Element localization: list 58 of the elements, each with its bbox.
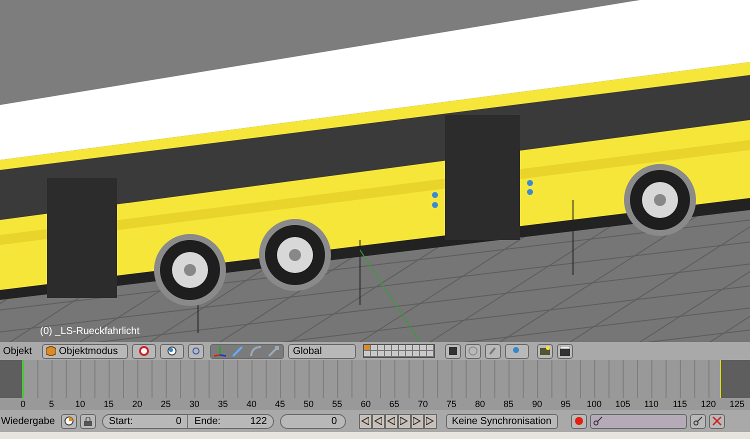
delete-key-icon[interactable] [708,414,725,428]
frame-number: 100 [586,398,602,410]
frame-number: 90 [532,398,542,410]
record-icon[interactable] [570,414,587,428]
object-name-label: (0) _LS-Rueckfahrlicht [40,325,140,339]
sphere-icon [166,346,177,356]
dot-icon [512,346,522,356]
mode-dropdown[interactable]: Objektmodus [42,344,128,358]
playback-menu[interactable]: Wiedergabe [1,414,55,428]
shading-dropdown[interactable] [160,344,184,358]
layer-grid[interactable] [362,344,435,358]
frame-number: 115 [672,398,688,410]
sync-dropdown[interactable]: Keine Synchronisation [446,414,558,428]
frame-number: 110 [644,398,658,410]
frame-number: 60 [360,398,371,410]
keying-set-field[interactable] [590,414,687,428]
frame-number: 75 [446,398,456,410]
timer-icon[interactable] [60,414,77,428]
frame-number: 45 [275,398,286,410]
frame-number: 10 [75,398,86,410]
pivot-dropdown[interactable] [132,344,156,358]
frame-number: 55 [332,398,342,410]
frame-number: 120 [700,398,716,410]
orientation-dropdown[interactable]: Global [288,344,356,358]
current-frame-field[interactable]: 0 [280,414,346,428]
play-icon[interactable] [398,414,411,428]
frame-number: 125 [729,398,745,410]
ring-icon [138,346,149,356]
frame-number: 0 [20,398,26,410]
frame-number: 40 [246,398,256,410]
after-end-shade [720,360,750,398]
current-frame-marker[interactable] [22,360,24,398]
frame-number: 80 [474,398,485,410]
frame-number: 35 [218,398,228,410]
before-start-shade [0,360,23,398]
clapperboard-icon[interactable] [556,344,573,358]
lock-icon[interactable] [80,414,96,428]
frame-number: 5 [49,398,54,410]
snap-target-dropdown[interactable] [504,344,529,358]
circle-icon [190,346,201,356]
frame-number: 70 [418,398,428,410]
frame-number: 65 [389,398,400,410]
axes-icon[interactable] [212,345,227,357]
frame-number: 85 [504,398,514,410]
object-menu[interactable]: Objekt [2,344,33,358]
insert-key-icon[interactable] [690,414,706,428]
frame-number: 30 [189,398,200,410]
frame-number: 95 [560,398,571,410]
key-icon [592,416,603,426]
frame-number: 105 [615,398,630,410]
frame-number: 20 [132,398,142,410]
frame-number: 25 [160,398,171,410]
frame-number: 50 [304,398,314,410]
render-image-icon[interactable] [536,344,553,358]
manipulator-toggle[interactable] [188,344,204,358]
cube-icon [46,346,56,356]
play-reverse-icon[interactable] [384,414,398,428]
frame-number: 15 [104,398,114,410]
